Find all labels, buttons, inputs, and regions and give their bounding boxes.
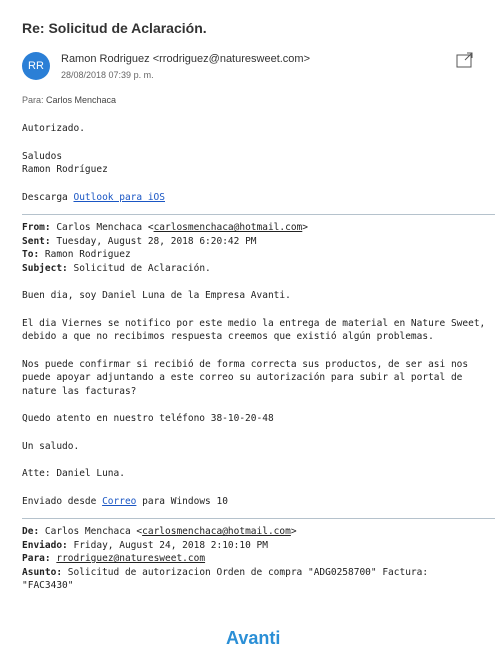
from-name: Carlos Menchaca < bbox=[39, 526, 143, 537]
quote-paragraph: Nos puede confirmar si recibió de forma … bbox=[22, 358, 469, 397]
quote-paragraph: Quedo atento en nuestro teléfono 38-10-2… bbox=[22, 413, 274, 424]
quote-paragraph: Buen dia, soy Daniel Luna de la Empresa … bbox=[22, 290, 291, 301]
subject-value: Solicitud de autorizacion Orden de compr… bbox=[22, 566, 429, 592]
sent-label: Enviado: bbox=[22, 539, 68, 551]
avanti-logo: Avanti bbox=[226, 628, 281, 648]
quote-paragraph: Un saludo. bbox=[22, 440, 80, 452]
to-email-link[interactable]: rrodriguez@naturesweet.com bbox=[56, 553, 205, 564]
outlook-ios-link[interactable]: Outlook para iOS bbox=[73, 192, 165, 203]
quote-paragraph: El dia Viernes se notifico por este medi… bbox=[22, 317, 486, 343]
from-close: > bbox=[290, 526, 297, 537]
sent-value: Tuesday, August 28, 2018 6:20:42 PM bbox=[50, 235, 257, 247]
quote-divider bbox=[22, 518, 495, 519]
reply-line: Ramon Rodríguez bbox=[22, 164, 108, 175]
subject-label: Asunto: bbox=[22, 566, 63, 578]
from-name: Carlos Menchaca < bbox=[50, 222, 154, 233]
quote-divider bbox=[22, 214, 495, 215]
quote2-header: De: Carlos Menchaca <carlosmenchaca@hotm… bbox=[22, 525, 492, 593]
message-subject: Re: Solicitud de Aclaración. bbox=[22, 20, 207, 36]
from-label: De: bbox=[22, 526, 40, 537]
reply-line: Saludos bbox=[22, 150, 63, 162]
reply-line: Autorizado. bbox=[22, 123, 85, 134]
download-prefix: Descarga bbox=[22, 191, 74, 203]
sent-value: Friday, August 24, 2018 2:10:10 PM bbox=[67, 539, 268, 551]
correo-link[interactable]: Correo bbox=[102, 496, 136, 507]
from-close: > bbox=[302, 222, 309, 233]
sent-from-suffix: para Windows 10 bbox=[136, 495, 228, 507]
to-value: Ramon Rodriguez bbox=[39, 249, 131, 260]
to-line: Para: Carlos Menchaca bbox=[22, 95, 116, 105]
to-label: Para: bbox=[22, 95, 44, 105]
quote-paragraph: Atte: Daniel Luna. bbox=[22, 468, 125, 479]
subject-value: Solicitud de Aclaración. bbox=[67, 262, 211, 274]
sent-from-line: Enviado desde Correo para Windows 10 bbox=[22, 495, 492, 509]
message-body: Autorizado. Saludos Ramon Rodríguez Desc… bbox=[22, 122, 495, 593]
avatar: RR bbox=[22, 52, 50, 80]
sent-date: 28/08/2018 07:39 p. m. bbox=[61, 70, 154, 80]
to-name[interactable]: Carlos Menchaca bbox=[46, 95, 116, 105]
sent-label: Sent: bbox=[22, 235, 51, 247]
sent-from-prefix: Enviado desde bbox=[22, 495, 103, 507]
quote1-header: From: Carlos Menchaca <carlosmenchaca@ho… bbox=[22, 221, 492, 275]
from-label: From: bbox=[22, 222, 51, 233]
to-label: Para: bbox=[22, 553, 51, 564]
popout-icon[interactable] bbox=[456, 52, 474, 68]
to-label: To: bbox=[22, 249, 40, 260]
from-email-link[interactable]: carlosmenchaca@hotmail.com bbox=[154, 222, 303, 233]
from-email-link[interactable]: carlosmenchaca@hotmail.com bbox=[142, 526, 291, 537]
download-line: Descarga Outlook para iOS bbox=[22, 191, 492, 205]
sender-name[interactable]: Ramon Rodriguez <rrodriguez@naturesweet.… bbox=[61, 53, 310, 65]
subject-label: Subject: bbox=[22, 262, 68, 274]
